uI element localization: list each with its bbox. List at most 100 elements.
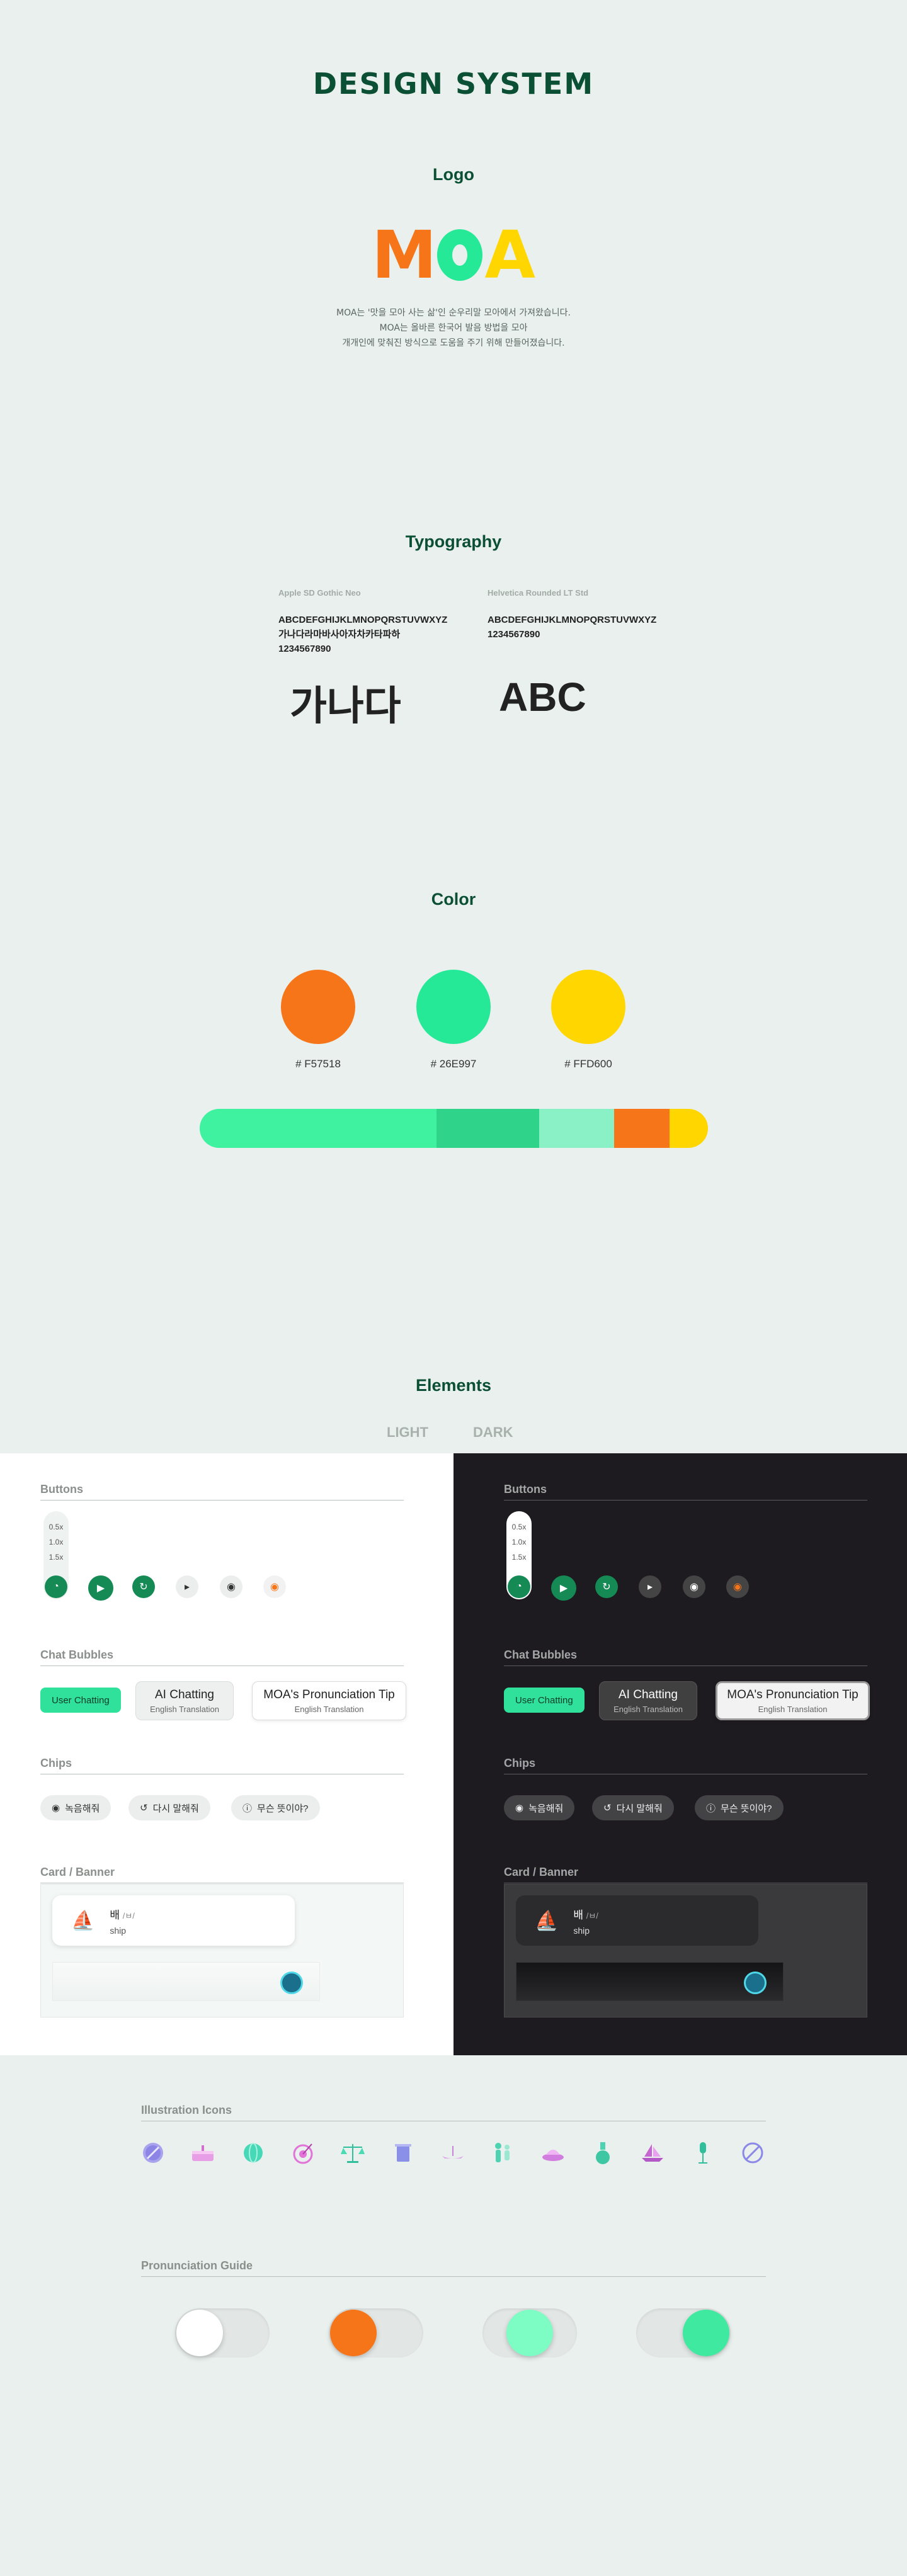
record-icon: ◉ — [515, 1803, 524, 1813]
record-icon: ◉ — [690, 1582, 699, 1592]
speed-option[interactable]: 0.5x — [49, 1523, 64, 1531]
word-card[interactable]: ⛵ 배 /ㅂ/ ship — [52, 1895, 295, 1946]
sailboat-icon — [641, 2141, 665, 2165]
light-panel: Buttons 0.5x 1.0x 1.5x ◔ ▶ ↻ ▸ ◉ ◉ Chat … — [0, 1453, 454, 2055]
play-icon: ▶ — [96, 1583, 105, 1594]
scale-icon — [341, 2141, 365, 2165]
font-name: Apple SD Gothic Neo — [278, 588, 361, 598]
page-title: DESIGN SYSTEM — [312, 67, 595, 101]
font-column-helvetica: Helvetica Rounded LT Std ABCDEFGHIJKLMNO… — [488, 588, 676, 642]
cake-icon — [191, 2141, 215, 2165]
pronunciation-title: Pronunciation Guide — [141, 2259, 253, 2272]
people-icon — [491, 2141, 515, 2165]
card-ipa: /ㅂ/ — [122, 1910, 135, 1921]
divider — [141, 2276, 766, 2277]
chip-label: 무슨 뜻이야? — [721, 1803, 772, 1814]
speed-option[interactable]: 0.5x — [512, 1523, 527, 1531]
speed-button[interactable]: ◔ — [45, 1575, 67, 1598]
font-sample: ABCDEFGHIJKLMNOPQRSTUVWXYZ 가나다라마바사아자차카타파… — [278, 613, 467, 656]
font-sample-line: ABCDEFGHIJKLMNOPQRSTUVWXYZ — [488, 615, 657, 625]
toggle-knob — [330, 2310, 377, 2356]
record-button[interactable]: ◉ — [220, 1575, 242, 1598]
card-english: ship — [110, 1925, 127, 1936]
replay-button[interactable]: ↻ — [132, 1575, 155, 1598]
logo-section-title: Logo — [433, 165, 474, 184]
user-chat-bubble: User Chatting — [40, 1688, 121, 1713]
card-word: 배 /ㅂ/ — [110, 1906, 135, 1922]
chip-repeat[interactable]: ↺ 다시 말해줘 — [128, 1795, 210, 1820]
word-card[interactable]: ⛵ 배 /ㅂ/ ship — [516, 1895, 758, 1946]
record-icon: ◉ — [52, 1803, 60, 1813]
record-button[interactable]: ◉ — [683, 1575, 705, 1598]
tab-light[interactable]: LIGHT — [387, 1424, 428, 1441]
bar-segment — [539, 1109, 614, 1148]
chat-bubbles-title: Chat Bubbles — [40, 1648, 114, 1661]
chips-title: Chips — [40, 1757, 72, 1769]
gauge-icon: ◔ — [53, 1581, 59, 1592]
bubble-text: MOA's Pronunciation Tip — [727, 1688, 859, 1701]
chips-title: Chips — [504, 1757, 536, 1769]
swatch-label: # F57518 — [295, 1058, 341, 1070]
trashcan-icon — [391, 2141, 415, 2165]
replay-icon: ↻ — [139, 1582, 148, 1592]
chip-meaning[interactable]: ⓘ 무슨 뜻이야? — [231, 1795, 320, 1820]
banner — [52, 1962, 320, 2001]
card-area: ⛵ 배 /ㅂ/ ship — [504, 1884, 867, 2017]
chip-meaning[interactable]: ⓘ 무슨 뜻이야? — [695, 1795, 784, 1820]
swatch-label: # 26E997 — [430, 1058, 477, 1070]
play-small-button[interactable]: ▸ — [639, 1575, 661, 1598]
recording-button[interactable]: ◉ — [263, 1575, 286, 1598]
chat-bubbles-title: Chat Bubbles — [504, 1648, 578, 1661]
replay-button[interactable]: ↻ — [595, 1575, 618, 1598]
buttons-title: Buttons — [504, 1483, 547, 1495]
record-active-icon: ◉ — [270, 1582, 279, 1592]
chip-record[interactable]: ◉ 녹음해줘 — [40, 1795, 111, 1820]
speed-option[interactable]: 1.5x — [512, 1553, 527, 1562]
bubble-text: AI Chatting — [619, 1688, 678, 1701]
toggle-idle[interactable] — [175, 2308, 270, 2358]
bubble-translation: English Translation — [613, 1704, 683, 1714]
toggle-complete[interactable] — [636, 2308, 731, 2358]
dish-icon — [541, 2141, 565, 2165]
chip-label: 다시 말해줘 — [616, 1803, 663, 1814]
swatch-green — [416, 970, 491, 1044]
toggle-recording[interactable] — [329, 2308, 423, 2358]
illustration-icon-row — [141, 2141, 765, 2165]
logo-letter-m: M — [372, 217, 436, 293]
recording-button[interactable]: ◉ — [726, 1575, 749, 1598]
logo-desc-line: MOA는 '맛을 모아 사는 삶'인 순우리말 모아에서 가져왔습니다. — [336, 308, 571, 318]
speed-option[interactable]: 1.0x — [512, 1538, 527, 1546]
divider — [504, 1500, 867, 1501]
card-hangul: 배 — [110, 1909, 120, 1921]
plate-icon — [141, 2141, 165, 2165]
toggle-knob — [506, 2310, 553, 2356]
play-button[interactable]: ▶ — [88, 1575, 113, 1601]
divider — [40, 1665, 404, 1666]
bar-segment — [670, 1109, 708, 1148]
ai-chat-bubble: AI Chatting English Translation — [135, 1681, 234, 1720]
bar-segment — [436, 1109, 539, 1148]
buttons-title: Buttons — [40, 1483, 83, 1495]
speed-button[interactable]: ◔ — [508, 1575, 530, 1598]
bar-segment — [614, 1109, 670, 1148]
replay-icon: ↺ — [603, 1803, 612, 1813]
speed-option[interactable]: 1.5x — [49, 1553, 64, 1562]
chip-label: 녹음해줘 — [528, 1803, 564, 1814]
speed-option[interactable]: 1.0x — [49, 1538, 64, 1546]
tab-dark[interactable]: DARK — [473, 1424, 513, 1441]
play-small-button[interactable]: ▸ — [176, 1575, 198, 1598]
play-icon: ▸ — [647, 1582, 653, 1592]
font-name: Helvetica Rounded LT Std — [488, 588, 589, 598]
chip-repeat[interactable]: ↺ 다시 말해줘 — [592, 1795, 674, 1820]
flask-icon — [591, 2141, 615, 2165]
bubble-translation: English Translation — [150, 1704, 219, 1714]
tip-chat-bubble: MOA's Pronunciation Tip English Translat… — [716, 1681, 870, 1720]
bubble-translation: English Translation — [294, 1704, 364, 1714]
chip-record[interactable]: ◉ 녹음해줘 — [504, 1795, 575, 1820]
toggle-partial[interactable] — [482, 2308, 577, 2358]
play-button[interactable]: ▶ — [551, 1575, 576, 1601]
divider — [504, 1665, 867, 1666]
font-big-sample-korean: 가나다 — [290, 683, 401, 729]
play-icon: ▶ — [559, 1583, 568, 1594]
bubble-text: MOA's Pronunciation Tip — [263, 1688, 395, 1701]
